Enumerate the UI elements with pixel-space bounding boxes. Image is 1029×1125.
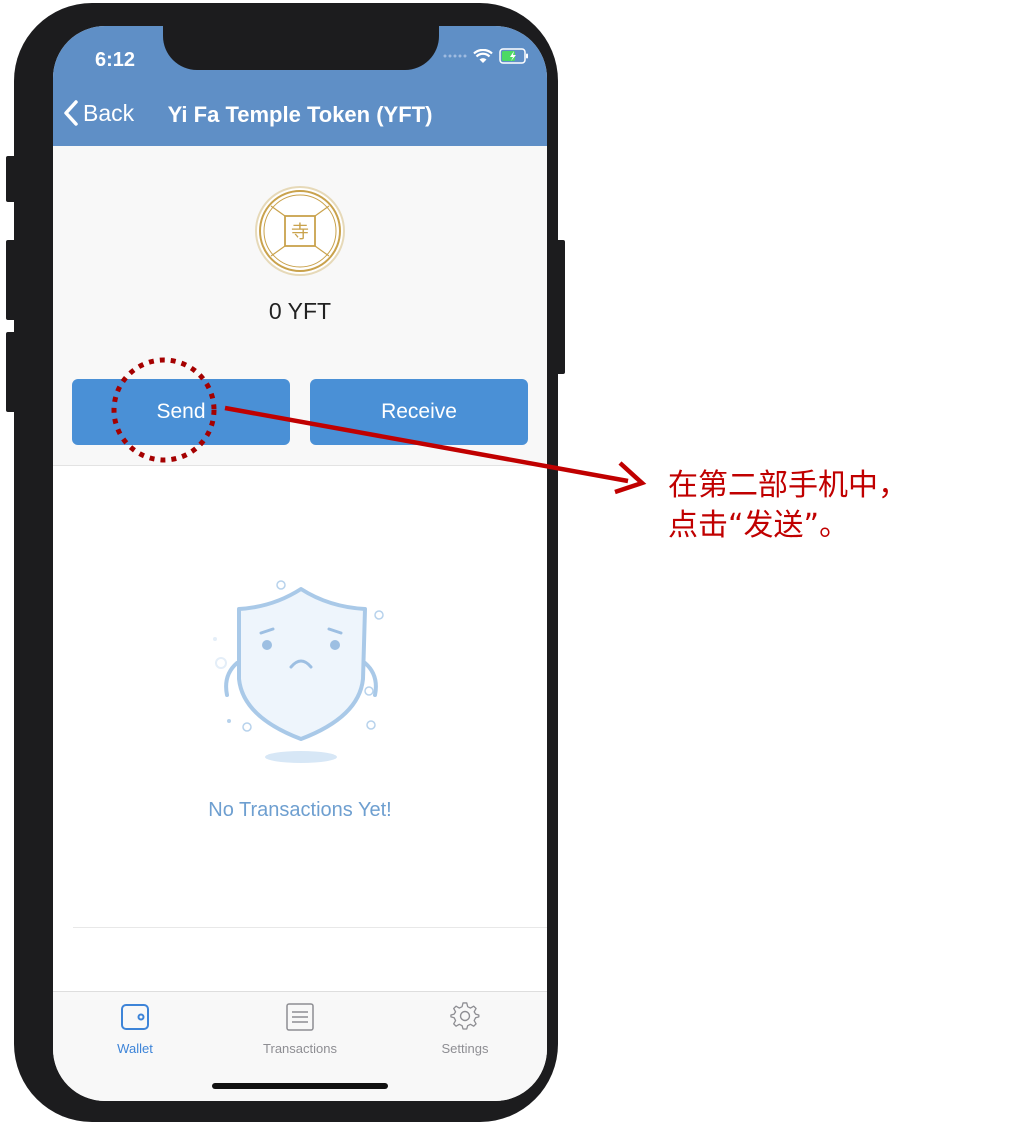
tab-transactions-label: Transactions xyxy=(263,1041,337,1056)
temple-coin-icon: 寺 xyxy=(255,186,345,276)
arrow-head-icon xyxy=(614,461,647,495)
notch xyxy=(163,26,439,70)
receive-button[interactable]: Receive xyxy=(310,379,528,445)
annotation-line-2: 点击“发送”。 xyxy=(668,508,850,543)
phone-frame: 6:12 Back Yi Fa Temple Token (YFT) 寺 0 Y… xyxy=(14,3,558,1122)
list-divider xyxy=(73,927,547,928)
svg-text:寺: 寺 xyxy=(291,222,309,243)
send-button[interactable]: Send xyxy=(72,379,290,445)
status-time: 6:12 xyxy=(95,49,136,71)
tab-transactions[interactable]: Transactions xyxy=(230,1002,370,1056)
battery-icon xyxy=(499,48,528,64)
annotation-text: 在第二部手机中， 点击“发送”。 xyxy=(668,466,908,546)
home-indicator xyxy=(212,1083,388,1089)
navigation-bar: 6:12 Back Yi Fa Temple Token (YFT) xyxy=(53,26,547,146)
annotation-line-1: 在第二部手机中， xyxy=(668,468,908,503)
list-icon xyxy=(286,1003,314,1031)
tab-settings[interactable]: Settings xyxy=(395,1002,535,1056)
receive-label: Receive xyxy=(381,400,457,423)
tab-wallet-label: Wallet xyxy=(117,1041,153,1056)
tab-wallet[interactable]: Wallet xyxy=(65,1002,205,1056)
empty-state-message: No Transactions Yet! xyxy=(208,799,392,821)
page-title: Yi Fa Temple Token (YFT) xyxy=(167,102,433,127)
wifi-icon xyxy=(473,48,493,63)
sad-shield-icon xyxy=(213,580,384,763)
wallet-icon xyxy=(121,1004,149,1030)
tab-settings-label: Settings xyxy=(441,1041,489,1056)
signal-dots-icon xyxy=(443,54,467,58)
phone-screen: 6:12 Back Yi Fa Temple Token (YFT) 寺 0 Y… xyxy=(53,26,547,1101)
transactions-panel: No Transactions Yet! xyxy=(53,465,547,993)
status-icons xyxy=(443,48,529,64)
send-label: Send xyxy=(156,400,206,423)
gear-icon xyxy=(450,1002,480,1030)
token-balance: 0 YFT xyxy=(268,298,332,324)
